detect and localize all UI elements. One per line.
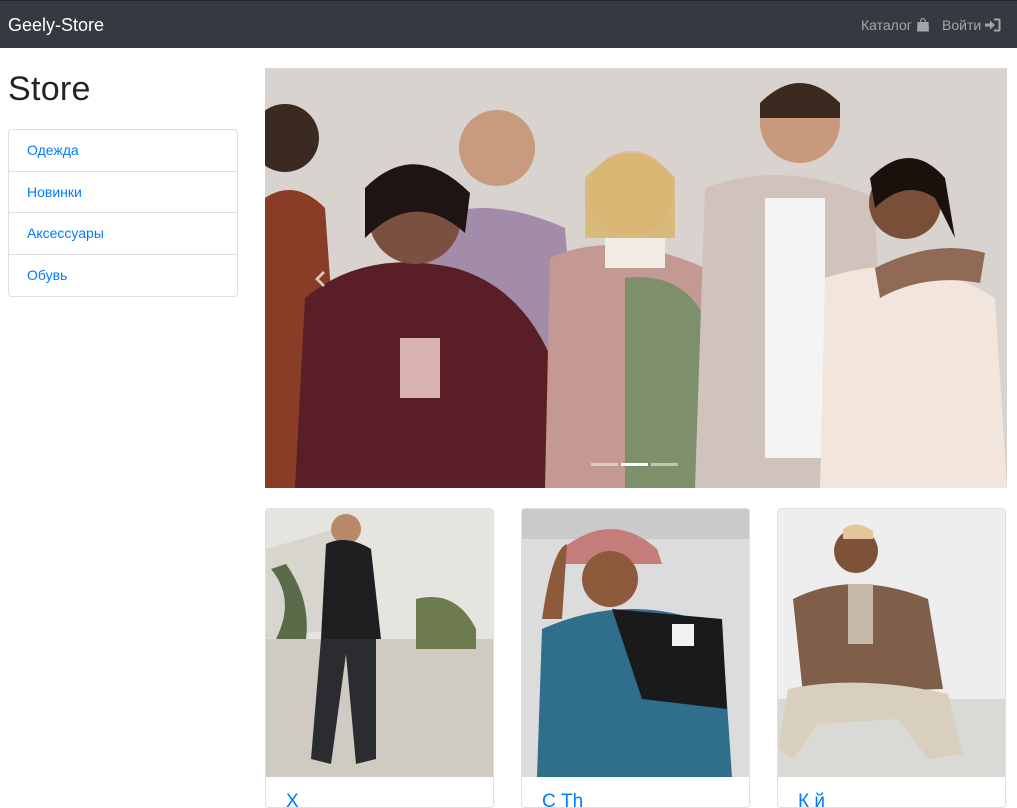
shopping-bag-icon	[916, 18, 929, 32]
category-item-accessories[interactable]: Аксессуары	[9, 213, 237, 255]
category-item-clothing[interactable]: Одежда	[9, 130, 237, 172]
carousel-indicator-active[interactable]	[621, 463, 648, 466]
product-title[interactable]: С Th	[542, 791, 583, 807]
page-title: Store	[8, 70, 91, 108]
nav-catalog-label: Каталог	[861, 17, 912, 33]
product-title[interactable]: К й	[798, 791, 825, 807]
category-item-shoes[interactable]: Обувь	[9, 255, 237, 297]
category-item-new[interactable]: Новинки	[9, 172, 237, 213]
nav-login-link[interactable]: Войти	[942, 17, 1001, 33]
category-list: Одежда Новинки Аксессуары Обувь	[8, 129, 238, 297]
product-card[interactable]: Х	[265, 508, 494, 808]
product-card[interactable]: С Th	[521, 508, 750, 808]
carousel-indicators	[591, 463, 678, 466]
carousel-prev-button[interactable]	[309, 268, 331, 290]
hero-carousel[interactable]	[265, 68, 1007, 488]
chevron-left-icon	[315, 271, 325, 287]
nav-catalog-link[interactable]: Каталог	[861, 17, 930, 33]
product-image	[778, 509, 1005, 777]
carousel-indicator[interactable]	[591, 463, 618, 466]
navbar: Geely-Store Каталог Войти	[0, 0, 1017, 48]
product-image	[522, 509, 749, 777]
product-title[interactable]: Х	[286, 791, 299, 807]
brand-logo[interactable]: Geely-Store	[8, 15, 104, 36]
carousel-slide-image	[265, 68, 1007, 488]
carousel-indicator[interactable]	[651, 463, 678, 466]
product-card[interactable]: К й	[777, 508, 1006, 808]
product-image	[266, 509, 493, 777]
sign-in-icon	[985, 18, 1001, 32]
nav-login-label: Войти	[942, 17, 982, 33]
